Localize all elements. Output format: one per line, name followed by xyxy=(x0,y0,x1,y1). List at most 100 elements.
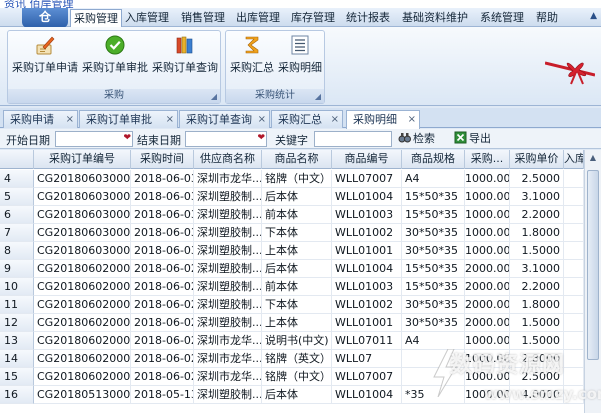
order-no-cell[interactable]: CG201806020001 xyxy=(34,332,131,350)
spec-cell[interactable]: 15*50*35 xyxy=(402,206,465,224)
order-no-cell[interactable]: CG201806030002 xyxy=(34,170,131,188)
spec-cell[interactable]: 30*50*35 xyxy=(402,314,465,332)
table-row[interactable]: 12 CG201806020002 2018-06-02 深圳塑胶制... 上本体 WLL… xyxy=(0,314,601,332)
row-number-cell[interactable]: 16 xyxy=(0,386,34,404)
column-header-unit-price[interactable]: 采购单价 xyxy=(510,150,564,169)
purchase-summary-button[interactable]: 采购汇总 xyxy=(228,34,276,76)
unit-price-cell[interactable]: 3.1000 xyxy=(510,260,564,278)
product-name-cell[interactable]: 下本体 xyxy=(262,296,332,314)
table-row[interactable]: 6 CG201806030001 2018-06-03 深圳塑胶制... 前本体 WLL0… xyxy=(0,206,601,224)
supplier-cell[interactable]: 深圳塑胶制... xyxy=(194,188,262,206)
quantity-cell[interactable]: 2000.00 xyxy=(465,260,510,278)
product-name-cell[interactable]: 前本体 xyxy=(262,278,332,296)
unit-price-cell[interactable]: 2.2000 xyxy=(510,206,564,224)
supplier-cell[interactable]: 深圳市龙华... xyxy=(194,350,262,368)
row-number-cell[interactable]: 9 xyxy=(0,260,34,278)
purchase-detail-button[interactable]: 采购明细 xyxy=(276,34,324,76)
menu-inbound[interactable]: 入库管理 xyxy=(122,9,172,27)
grid-vertical-scrollbar[interactable]: ▲ xyxy=(584,150,601,413)
unit-price-cell[interactable]: 2.8000 xyxy=(510,350,564,368)
product-code-cell[interactable]: WLL01003 xyxy=(332,278,402,296)
menu-system[interactable]: 系统管理 xyxy=(477,9,527,27)
keyword-input[interactable] xyxy=(314,131,392,147)
close-icon[interactable]: × xyxy=(258,111,266,128)
table-row[interactable]: 16 CG201805130001 2018-05-13 深圳塑胶制... 后本体 WLL… xyxy=(0,386,601,404)
order-no-cell[interactable]: CG201806030001 xyxy=(34,242,131,260)
table-row[interactable]: 9 CG201806020002 2018-06-02 深圳塑胶制... 后本体 WLL0… xyxy=(0,260,601,278)
spec-cell[interactable]: A4 xyxy=(402,332,465,350)
menu-basic-data[interactable]: 基础资料维护 xyxy=(399,9,471,27)
supplier-cell[interactable]: 深圳塑胶制... xyxy=(194,206,262,224)
row-number-cell[interactable]: 8 xyxy=(0,242,34,260)
column-header-inbound[interactable]: 入库 xyxy=(564,150,584,169)
inbound-cell[interactable] xyxy=(564,206,584,224)
unit-price-cell[interactable]: 2.5000 xyxy=(510,170,564,188)
column-header-order-no[interactable]: 采购订单编号 xyxy=(34,150,131,169)
row-number-cell[interactable]: 6 xyxy=(0,206,34,224)
quantity-cell[interactable]: 1000.00 xyxy=(465,386,510,404)
product-name-cell[interactable]: 后本体 xyxy=(262,386,332,404)
supplier-cell[interactable]: 深圳塑胶制... xyxy=(194,386,262,404)
purchase-order-apply-button[interactable]: 采购订单申请 xyxy=(11,34,79,76)
inbound-cell[interactable] xyxy=(564,386,584,404)
column-header-product-code[interactable]: 商品编号 xyxy=(332,150,402,169)
spec-cell[interactable]: 30*50*35 xyxy=(402,296,465,314)
supplier-cell[interactable]: 深圳塑胶制... xyxy=(194,242,262,260)
inbound-cell[interactable] xyxy=(564,224,584,242)
spec-cell[interactable]: 30*50*35 xyxy=(402,242,465,260)
table-row[interactable]: 14 CG201806020001 2018-06-02 深圳市龙华... 铭牌（英文）… xyxy=(0,350,601,368)
row-number-cell[interactable]: 12 xyxy=(0,314,34,332)
inbound-cell[interactable] xyxy=(564,296,584,314)
product-name-cell[interactable]: 后本体 xyxy=(262,188,332,206)
purchase-time-cell[interactable]: 2018-06-02 xyxy=(131,260,194,278)
spec-cell[interactable]: 15*50*35 xyxy=(402,188,465,206)
product-code-cell[interactable]: WLL01001 xyxy=(332,242,402,260)
supplier-cell[interactable]: 深圳塑胶制... xyxy=(194,278,262,296)
product-name-cell[interactable]: 铭牌（中文） xyxy=(262,368,332,386)
row-number-cell[interactable]: 14 xyxy=(0,350,34,368)
order-no-cell[interactable]: CG201806030001 xyxy=(34,206,131,224)
order-no-cell[interactable]: CG201806030001 xyxy=(34,188,131,206)
breadcrumb-text[interactable]: 资讯 佰岸管理 xyxy=(4,0,74,8)
order-no-cell[interactable]: CG201806030001 xyxy=(34,224,131,242)
quantity-cell[interactable]: 1000.00 xyxy=(465,188,510,206)
purchase-time-cell[interactable]: 2018-06-03 xyxy=(131,242,194,260)
order-no-cell[interactable]: CG201806020001 xyxy=(34,368,131,386)
scroll-up-icon[interactable]: ▲ xyxy=(585,150,601,166)
quantity-cell[interactable]: 1000.00 xyxy=(465,350,510,368)
scrollbar-thumb[interactable] xyxy=(587,170,599,360)
table-row[interactable]: 7 CG201806030001 2018-06-03 深圳塑胶制... 下本体 WLL0… xyxy=(0,224,601,242)
spec-cell[interactable] xyxy=(402,350,465,368)
export-button[interactable]: 导出 xyxy=(454,131,491,147)
column-header-product-name[interactable]: 商品名称 xyxy=(262,150,332,169)
tab-purchase-query[interactable]: 采购订单查询 × xyxy=(179,110,270,128)
order-no-cell[interactable]: CG201806020001 xyxy=(34,350,131,368)
menu-outbound[interactable]: 出库管理 xyxy=(233,9,283,27)
row-number-cell[interactable]: 15 xyxy=(0,368,34,386)
purchase-time-cell[interactable]: 2018-06-03 xyxy=(131,170,194,188)
quantity-cell[interactable]: 1000.00 xyxy=(465,332,510,350)
spec-cell[interactable] xyxy=(402,368,465,386)
product-code-cell[interactable]: WLL07007 xyxy=(332,170,402,188)
product-name-cell[interactable]: 上本体 xyxy=(262,242,332,260)
table-row[interactable]: 15 CG201806020001 2018-06-02 深圳市龙华... 铭牌（中文）… xyxy=(0,368,601,386)
product-name-cell[interactable]: 后本体 xyxy=(262,260,332,278)
table-row[interactable]: 5 CG201806030001 2018-06-03 深圳塑胶制... 后本体 WLL0… xyxy=(0,188,601,206)
quantity-cell[interactable]: 2000.00 xyxy=(465,296,510,314)
inbound-cell[interactable] xyxy=(564,278,584,296)
product-name-cell[interactable]: 铭牌（英文） xyxy=(262,350,332,368)
unit-price-cell[interactable]: 1.5000 xyxy=(510,332,564,350)
unit-price-cell[interactable]: 1.5000 xyxy=(510,314,564,332)
column-header-supplier[interactable]: 供应商名称 xyxy=(194,150,262,169)
menu-help[interactable]: 帮助 xyxy=(533,9,561,27)
purchase-time-cell[interactable]: 2018-06-02 xyxy=(131,350,194,368)
inbound-cell[interactable] xyxy=(564,242,584,260)
order-no-cell[interactable]: CG201806020002 xyxy=(34,278,131,296)
purchase-time-cell[interactable]: 2018-06-03 xyxy=(131,188,194,206)
purchase-time-cell[interactable]: 2018-06-02 xyxy=(131,368,194,386)
inbound-cell[interactable] xyxy=(564,368,584,386)
row-number-cell[interactable]: 5 xyxy=(0,188,34,206)
unit-price-cell[interactable]: 4.0000 xyxy=(510,386,564,404)
search-button[interactable]: 检索 xyxy=(398,131,435,147)
inbound-cell[interactable] xyxy=(564,314,584,332)
